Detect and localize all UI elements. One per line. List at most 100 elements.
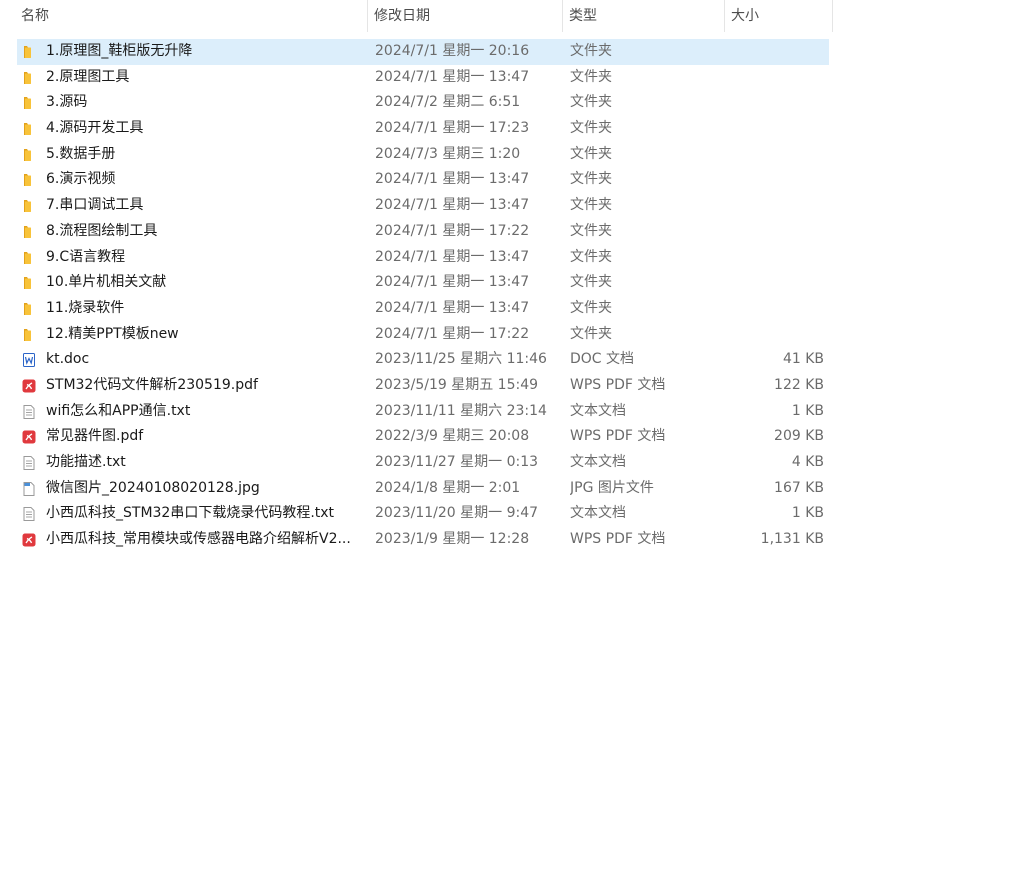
file-date-modified: 2024/7/2 星期二 6:51 — [375, 94, 521, 111]
file-name: 11.烧录软件 — [46, 299, 125, 316]
file-size — [724, 39, 824, 65]
folder-icon-graphic — [24, 328, 31, 341]
file-name: 2.原理图工具 — [46, 68, 130, 85]
file-size: 1 KB — [791, 505, 824, 522]
file-date-modified: 2024/7/1 星期一 13:47 — [375, 68, 530, 85]
file-row[interactable]: 小西瓜科技_常用模块或传感器电路介绍解析V2... 2023/1/9 星期一 12… — [17, 527, 829, 553]
file-row[interactable]: 7.串口调试工具 2024/7/1 星期一 13:47 文件夹 — [17, 193, 829, 219]
folder-icon-graphic — [24, 251, 31, 264]
file-date-modified: 2023/5/19 星期五 15:49 — [375, 376, 539, 393]
file-row[interactable]: 3.源码 2024/7/2 星期二 6:51 文件夹 — [17, 90, 829, 116]
file-name: STM32代码文件解析230519.pdf — [46, 376, 258, 393]
file-type: JPG 图片文件 — [570, 479, 654, 496]
pdf-icon — [21, 424, 39, 450]
folder-icon-graphic — [24, 97, 31, 110]
file-row[interactable]: wifi怎么和APP通信.txt 2023/11/11 星期六 23:14 文本文档… — [17, 399, 829, 425]
file-size — [724, 116, 824, 142]
file-date-modified: 2024/7/1 星期一 17:23 — [375, 120, 530, 137]
file-name: kt.doc — [46, 351, 90, 368]
column-header-size[interactable]: 大小 — [725, 0, 833, 32]
file-type: 文件夹 — [570, 94, 612, 111]
file-explorer: ^ 名称 修改日期 类型 大小 1.原理图_鞋柜版无升降 2024/7/1 星期一… — [0, 0, 1024, 878]
text-file-icon-graphic — [23, 404, 35, 419]
file-date-modified: 2023/11/25 星期六 11:46 — [375, 351, 547, 368]
text-file-icon — [21, 450, 39, 476]
file-row[interactable]: 常见器件图.pdf 2022/3/9 星期三 20:08 WPS PDF 文档 209… — [17, 424, 829, 450]
file-type: WPS PDF 文档 — [570, 376, 666, 393]
folder-icon — [21, 116, 39, 142]
folder-icon — [21, 193, 39, 219]
file-date-modified: 2024/7/3 星期三 1:20 — [375, 145, 521, 162]
image-file-icon-graphic — [23, 481, 35, 496]
folder-icon — [21, 90, 39, 116]
file-type: 文件夹 — [570, 171, 612, 188]
file-row[interactable]: STM32代码文件解析230519.pdf 2023/5/19 星期五 15:49… — [17, 373, 829, 399]
file-size — [724, 270, 824, 296]
pdf-icon-graphic — [22, 533, 36, 547]
file-row[interactable]: 2.原理图工具 2024/7/1 星期一 13:47 文件夹 — [17, 65, 829, 91]
folder-icon-graphic — [24, 46, 31, 58]
file-date-modified: 2024/7/1 星期一 13:47 — [375, 248, 530, 265]
file-size — [724, 167, 824, 193]
folder-icon-graphic — [24, 277, 31, 290]
file-date-modified: 2024/7/1 星期一 13:47 — [375, 171, 530, 188]
file-size — [724, 65, 824, 91]
word-doc-icon-graphic — [23, 353, 35, 368]
folder-icon-graphic — [24, 123, 31, 136]
folder-icon — [21, 322, 39, 348]
file-row[interactable]: 11.烧录软件 2024/7/1 星期一 13:47 文件夹 — [17, 296, 829, 322]
file-size: 1,131 KB — [760, 531, 824, 548]
text-file-icon-graphic — [23, 507, 35, 522]
file-date-modified: 2024/7/1 星期一 13:47 — [375, 274, 530, 291]
file-size — [724, 90, 824, 116]
image-file-icon — [21, 476, 39, 502]
file-date-modified: 2024/1/8 星期一 2:01 — [375, 479, 521, 496]
file-type: 文件夹 — [570, 120, 612, 137]
file-type: 文本文档 — [570, 402, 626, 419]
file-size — [724, 193, 824, 219]
folder-icon — [21, 39, 39, 65]
text-file-icon-graphic — [23, 456, 35, 470]
file-row[interactable]: 4.源码开发工具 2024/7/1 星期一 17:23 文件夹 — [17, 116, 829, 142]
file-row[interactable]: 9.C语言教程 2024/7/1 星期一 13:47 文件夹 — [17, 245, 829, 271]
file-type: 文件夹 — [570, 325, 612, 342]
file-name: 5.数据手册 — [46, 145, 116, 162]
file-row[interactable]: 功能描述.txt 2023/11/27 星期一 0:13 文本文档 4 KB — [17, 450, 829, 476]
file-row[interactable]: kt.doc 2023/11/25 星期六 11:46 DOC 文档 41 KB — [17, 347, 829, 373]
file-size — [724, 142, 824, 168]
file-name: 7.串口调试工具 — [46, 197, 144, 214]
file-date-modified: 2024/7/1 星期一 17:22 — [375, 222, 530, 239]
file-row[interactable]: 12.精美PPT模板new 2024/7/1 星期一 17:22 文件夹 — [17, 322, 829, 348]
file-type: 文本文档 — [570, 505, 626, 522]
file-type: 文件夹 — [570, 274, 612, 291]
folder-icon — [21, 270, 39, 296]
file-size: 41 KB — [782, 351, 824, 368]
folder-icon-graphic — [24, 174, 31, 187]
file-name: 3.源码 — [46, 94, 88, 111]
file-type: 文件夹 — [570, 43, 612, 59]
column-header-type[interactable]: 类型 — [563, 0, 725, 32]
file-date-modified: 2023/1/9 星期一 12:28 — [375, 531, 530, 548]
text-file-icon — [21, 501, 39, 527]
file-row[interactable]: 10.单片机相关文献 2024/7/1 星期一 13:47 文件夹 — [17, 270, 829, 296]
file-size: 167 KB — [774, 479, 824, 496]
file-row[interactable]: 6.演示视频 2024/7/1 星期一 13:47 文件夹 — [17, 167, 829, 193]
file-row[interactable]: 5.数据手册 2024/7/3 星期三 1:20 文件夹 — [17, 142, 829, 168]
file-name: 常见器件图.pdf — [46, 428, 144, 445]
pdf-icon-graphic — [22, 430, 36, 444]
folder-icon-graphic — [24, 225, 31, 238]
file-name: 8.流程图绘制工具 — [46, 222, 158, 239]
file-row[interactable]: 微信图片_20240108020128.jpg 2024/1/8 星期一 2:01… — [17, 476, 829, 502]
column-header-date-modified[interactable]: 修改日期 — [368, 0, 563, 32]
file-row[interactable]: 1.原理图_鞋柜版无升降 2024/7/1 星期一 20:16 文件夹 — [17, 39, 829, 65]
word-doc-icon — [21, 347, 39, 373]
file-row[interactable]: 小西瓜科技_STM32串口下载烧录代码教程.txt 2023/11/20 星期一 … — [17, 501, 829, 527]
column-header-name[interactable]: 名称 — [15, 0, 368, 32]
file-row[interactable]: 8.流程图绘制工具 2024/7/1 星期一 17:22 文件夹 — [17, 219, 829, 245]
pdf-icon — [21, 373, 39, 399]
file-size: 4 KB — [791, 454, 824, 470]
column-header-bar: ^ 名称 修改日期 类型 大小 — [0, 0, 833, 32]
file-date-modified: 2023/11/27 星期一 0:13 — [375, 454, 539, 470]
folder-icon — [21, 245, 39, 271]
file-date-modified: 2023/11/11 星期六 23:14 — [375, 402, 547, 419]
